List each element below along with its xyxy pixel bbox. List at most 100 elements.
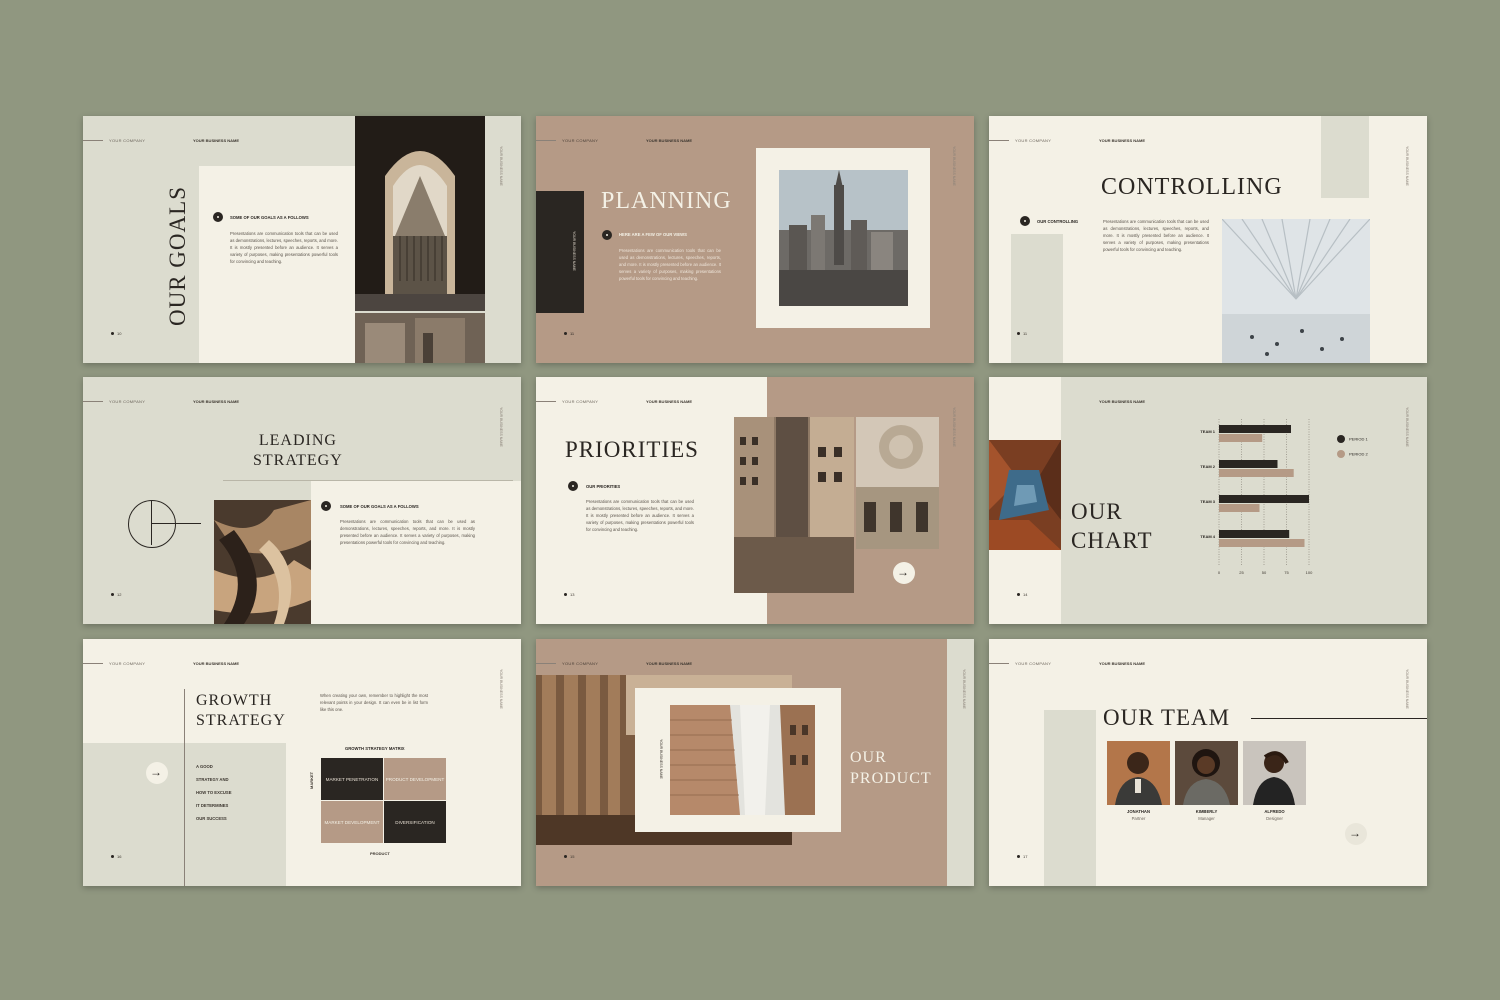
slide-planning[interactable]: YOUR COMPANY YOUR BUSINESS NAME YOUR BUS… — [536, 116, 974, 363]
side-label: YOUR BUSINESS NAME — [952, 407, 956, 447]
abstract-metal-photo — [214, 500, 311, 624]
page-number: 14 — [1017, 592, 1027, 597]
page-number: 17 — [1017, 854, 1027, 859]
business-label: YOUR BUSINESS NAME — [1099, 661, 1146, 666]
body-text: Presentations are communication tools th… — [230, 231, 338, 264]
page-number: 13 — [564, 592, 574, 597]
content-panel — [311, 481, 521, 624]
tick-label: 50 — [1262, 570, 1267, 575]
bullet-title: SOME OF OUR GOALS AS A FOLLOWS — [340, 504, 419, 509]
page-number: 11 — [1017, 331, 1027, 336]
slide-title: PLANNING — [601, 188, 732, 214]
slide-title: LEADING STRATEGY — [253, 431, 343, 471]
side-label: YOUR BUSINESS NAME — [952, 146, 956, 186]
business-label: YOUR BUSINESS NAME — [1099, 399, 1146, 404]
slide-title: PRIORITIES — [565, 437, 699, 462]
slide-leading-strategy[interactable]: YOUR COMPANY YOUR BUSINESS NAME LEADING … — [83, 377, 521, 624]
sage-top-block — [1321, 116, 1369, 198]
legend-marker — [1337, 450, 1345, 458]
tick-label: 75 — [1284, 570, 1289, 575]
next-arrow-icon[interactable] — [146, 762, 168, 784]
list-item: STRATEGY AND — [196, 777, 229, 782]
page-number: 11 — [564, 331, 574, 336]
list-item: A GOOD — [196, 764, 213, 769]
slide-our-goals[interactable]: YOUR COMPANY YOUR BUSINESS NAME OUR GOAL… — [83, 116, 521, 363]
body-text: Presentations are communication tools th… — [340, 519, 475, 545]
business-label: YOUR BUSINESS NAME — [193, 138, 240, 143]
vertical-divider — [184, 689, 185, 886]
side-label: YOUR BUSINESS NAME — [1405, 146, 1409, 186]
slide-title: OUR PRODUCT — [850, 747, 932, 789]
bar-chart: 0 25 50 75 100 TEAM 1 TEAM 2 TEAM 3 TEAM 4 PERIOD… — [1200, 419, 1368, 575]
slide-controlling[interactable]: YOUR COMPANY YOUR BUSINESS NAME CONTROLL… — [989, 116, 1427, 363]
bullet-icon — [321, 501, 331, 511]
slide-title: OUR GOALS — [165, 186, 190, 326]
slide-growth-strategy[interactable]: YOUR COMPANY YOUR BUSINESS NAME GROWTH S… — [83, 639, 521, 886]
sage-block — [1044, 710, 1096, 886]
bullet-title: OUR PRIORITIES — [586, 484, 621, 489]
category-label: TEAM 2 — [1200, 464, 1215, 469]
body-text: Presentations are communication tools th… — [1103, 219, 1209, 252]
bar-period-1 — [1219, 495, 1309, 503]
header-line — [83, 401, 103, 402]
oculus-hall-photo — [1222, 219, 1370, 363]
title-line-1: OUR — [850, 749, 887, 766]
legend-marker — [1337, 435, 1345, 443]
skyscrapers-photo — [734, 417, 854, 593]
business-label: YOUR BUSINESS NAME — [646, 661, 693, 666]
matrix-title: GROWTH STRATEGY MATRIX — [345, 746, 405, 751]
building-detail-photo — [355, 313, 485, 363]
member-role: Manager — [1198, 816, 1215, 821]
slide-our-chart[interactable]: YOUR COMPANY YOUR BUSINESS NAME OUR CHAR… — [989, 377, 1427, 624]
side-block-label: YOUR BUSINESS NAME — [572, 231, 576, 271]
side-label: YOUR BUSINESS NAME — [499, 669, 503, 709]
company-label: YOUR COMPANY — [562, 399, 599, 404]
team-photo-alfredo — [1243, 741, 1306, 805]
slide-our-product[interactable]: YOUR COMPANY YOUR BUSINESS NAME YOUR BUS… — [536, 639, 974, 886]
louvre-arch-photo — [355, 116, 485, 311]
header-line — [83, 663, 103, 664]
member-name: ALFREDO — [1264, 809, 1285, 814]
title-line-2: PRODUCT — [850, 770, 932, 787]
header-line — [83, 140, 103, 141]
sage-block — [1011, 234, 1063, 363]
city-skyline-photo — [779, 170, 908, 306]
tick-label: 100 — [1306, 570, 1313, 575]
bullet-title: OUR CONTROLLING — [1037, 219, 1079, 224]
title-line-1: GROWTH — [196, 692, 273, 709]
title-line-2: STRATEGY — [253, 452, 343, 469]
business-label: YOUR BUSINESS NAME — [646, 399, 693, 404]
member-role: Partner — [1131, 816, 1146, 821]
slide-priorities[interactable]: YOUR COMPANY YOUR BUSINESS NAME PRIORITI… — [536, 377, 974, 624]
frame-side-label: YOUR BUSINESS NAME — [659, 739, 663, 779]
business-label: YOUR BUSINESS NAME — [193, 399, 240, 404]
buildings-upward-photo — [670, 705, 815, 815]
bar-period-2 — [1219, 434, 1263, 442]
bar-period-2 — [1219, 504, 1260, 512]
matrix-market-label: MARKET — [309, 771, 314, 789]
bar-period-2 — [1219, 469, 1294, 477]
circle-horizontal-line — [151, 523, 201, 524]
page-number: 10 — [111, 331, 121, 336]
category-label: TEAM 4 — [1200, 534, 1215, 539]
side-label: YOUR BUSINESS NAME — [1405, 407, 1409, 447]
slide-title: OUR CHART — [1071, 497, 1153, 555]
slide-title: GROWTH STRATEGY — [196, 691, 286, 731]
bar-period-2 — [1219, 539, 1305, 547]
dark-side-block: YOUR BUSINESS NAME — [536, 191, 584, 313]
member-name: KIMBERLY — [1195, 809, 1218, 814]
business-label: YOUR BUSINESS NAME — [646, 138, 693, 143]
side-label: YOUR BUSINESS NAME — [499, 146, 503, 186]
header-line — [536, 401, 556, 402]
matrix-cell: MARKET PENETRATION — [321, 758, 383, 800]
header-line — [989, 140, 1009, 141]
next-arrow-icon[interactable] — [1345, 823, 1367, 845]
company-label: YOUR COMPANY — [109, 399, 146, 404]
next-arrow-icon[interactable] — [893, 562, 915, 584]
title-line-2: CHART — [1071, 528, 1153, 553]
sage-side-strip — [947, 639, 974, 886]
bar-period-1 — [1219, 425, 1291, 433]
category-label: TEAM 1 — [1200, 429, 1215, 434]
title-line-1: OUR — [1071, 499, 1123, 524]
slide-our-team[interactable]: YOUR COMPANY YOUR BUSINESS NAME OUR TEAM… — [989, 639, 1427, 886]
